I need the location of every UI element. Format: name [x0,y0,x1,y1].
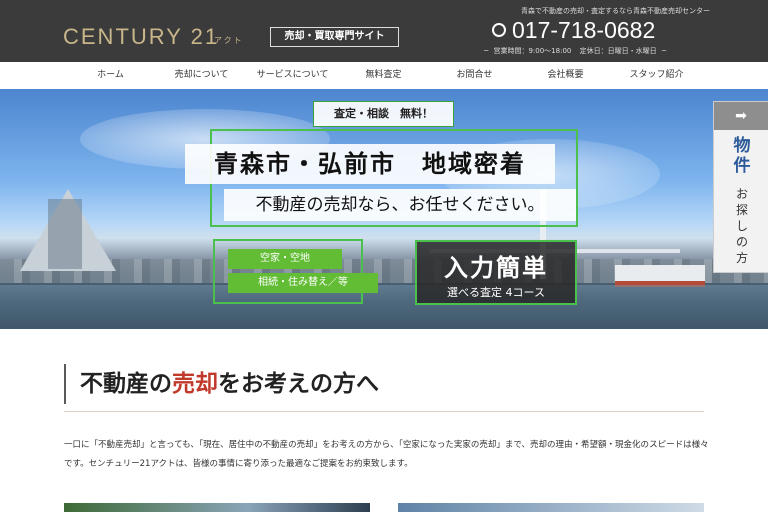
phone-text: 017-718-0682 [512,17,656,43]
tagline: 青森で不動産の売却・査定するなら青森不動産売却センター [521,7,710,15]
chip-vacant: 空家・空地 [228,249,342,269]
arrow-right-icon: ➡ [714,102,768,130]
card-image-right[interactable] [398,503,704,512]
logo-sub: アクト [214,36,244,45]
easy-input-button[interactable]: 入力簡単 選べる査定 4コース [415,240,577,305]
nav-selling[interactable]: 売却について [156,62,247,89]
title-pre: 不動産の [80,370,172,397]
nav-staff[interactable]: スタッフ紹介 [611,62,702,89]
easy-sub: 選べる査定 4コース [447,286,545,299]
easy-title: 入力簡単 [444,254,548,282]
hero-subline: 不動産の売却なら、お任せください。 [224,189,576,221]
phone-icon [492,23,506,37]
hero-banner: 査定・相談 無料！ 青森市・弘前市 地域密着 不動産の売却なら、お任せください。… [0,89,768,329]
subline-rest: なら、お任せください。 [357,195,545,215]
logo[interactable]: CENTURY 21 [63,24,219,50]
main-nav: ホーム 売却について サービスについて 無料査定 お問合せ 会社概要 スタッフ紹… [0,62,768,89]
title-accent: 売却 [172,370,218,397]
chip-inheritance: 相続・住み替え／等 [228,273,378,293]
title-post: をお考えの方へ [218,370,379,397]
nav-services[interactable]: サービスについて [247,62,338,89]
subline-bold: 不動産の売却 [255,195,358,215]
water [0,285,768,329]
site-badge: 売却・買取専門サイト [270,27,399,47]
ship [615,265,705,287]
intro-text: 一口に「不動産売却」と言っても、「現在、居住中の不動産の売却」をお考えの方から、… [64,440,709,469]
nav-free-appraisal[interactable]: 無料査定 [338,62,429,89]
top-header: CENTURY 21 アクト 売却・買取専門サイト 青森で不動産の売却・査定する… [0,0,768,62]
nav-home[interactable]: ホーム [65,62,156,89]
side-tab-title: 物件 [733,136,751,176]
card-image-left[interactable] [64,503,370,512]
business-hours: ─ 営業時間：9:00〜18:00 定休日：日曜日・水曜日 ─ [484,47,667,55]
side-tab-subtitle: お探しの方 [735,187,748,265]
section-title: 不動産の売却をお考えの方へ [64,364,379,404]
nav-contact[interactable]: お問合せ [429,62,520,89]
closed-text: 定休日：日曜日・水曜日 [579,47,657,55]
pyramid-glass [48,199,82,269]
hours-text: 営業時間：9:00〜18:00 [493,47,572,55]
phone-number[interactable]: 017-718-0682 [492,17,655,44]
hero-headline: 青森市・弘前市 地域密着 [185,144,555,184]
property-search-tab[interactable]: ➡ 物件 お探しの方 [713,101,768,273]
section-divider [64,411,704,412]
nav-company[interactable]: 会社概要 [520,62,611,89]
free-label: 査定・相談 無料！ [313,101,454,127]
